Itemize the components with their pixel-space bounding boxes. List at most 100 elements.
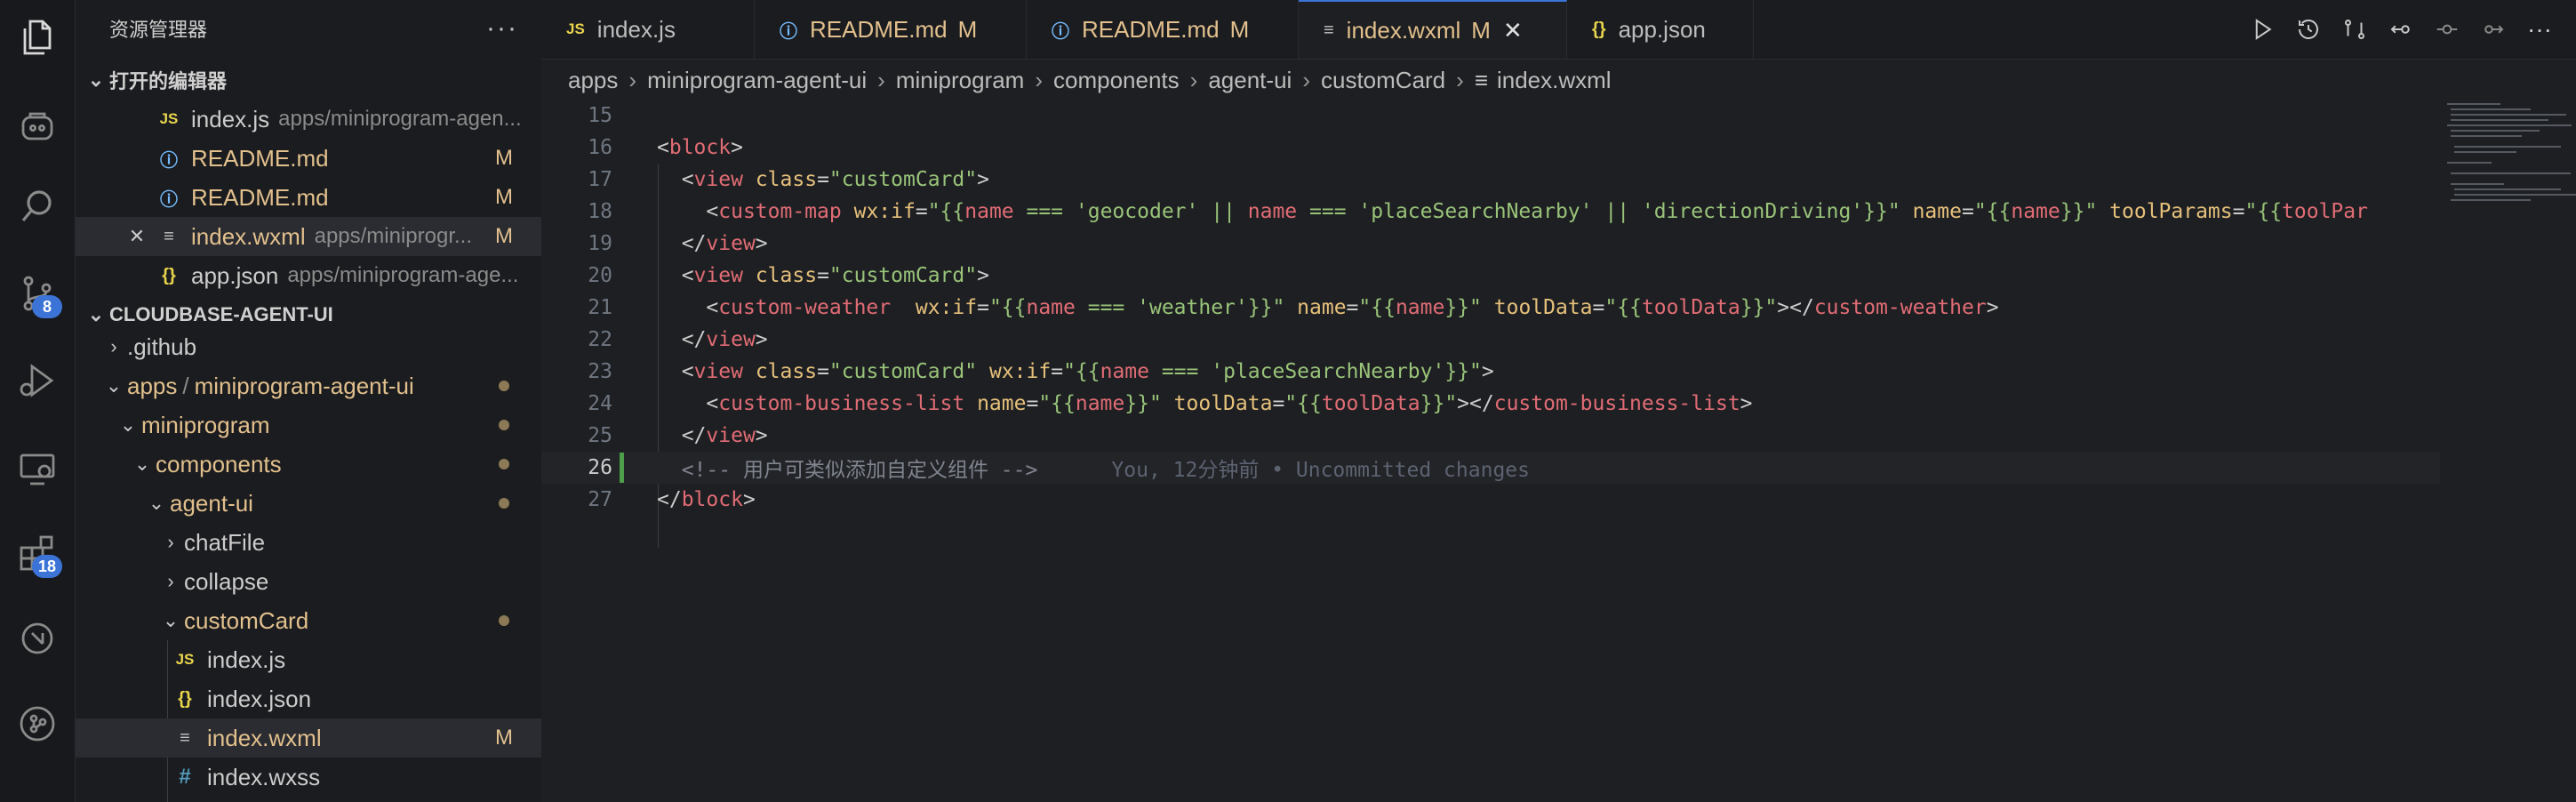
open-editor-item-active[interactable]: ✕ ≡ index.wxml apps/miniprogr... M bbox=[76, 217, 541, 256]
line-number: 18 bbox=[588, 200, 612, 223]
modified-mark: M bbox=[495, 185, 513, 209]
js-file-icon: JS bbox=[159, 110, 179, 127]
tab-readme-1[interactable]: ⓘ README.md M bbox=[755, 0, 1027, 59]
code-text: <custom-weather wx:if="{{name === 'weath… bbox=[706, 296, 1999, 319]
code-text: <view class="customCard" wx:if="{{name =… bbox=[681, 360, 1494, 383]
tree-folder-label: miniprogram bbox=[141, 411, 270, 438]
more-actions-icon[interactable]: ··· bbox=[2524, 14, 2555, 44]
open-editor-name: README.md bbox=[191, 183, 329, 211]
breadcrumb-item[interactable]: agent-ui bbox=[1208, 67, 1292, 94]
minimap-line bbox=[2451, 183, 2504, 185]
chevron-down-icon: ⌄ bbox=[87, 68, 105, 91]
tree-folder-github[interactable]: › .github bbox=[76, 327, 541, 366]
minimap-line bbox=[2454, 146, 2561, 148]
open-editor-path: apps/miniprogram-agen... bbox=[278, 107, 522, 131]
remote-explorer-icon[interactable] bbox=[12, 443, 62, 493]
code-line: 16 <block> bbox=[541, 132, 2440, 164]
line-number: 23 bbox=[588, 360, 612, 383]
tree-file-index-js[interactable]: JS index.js bbox=[76, 640, 541, 679]
tab-label: README.md bbox=[1082, 15, 1220, 43]
line-number: 16 bbox=[588, 136, 612, 159]
tree-folder-miniprogram[interactable]: ⌄ miniprogram bbox=[76, 405, 541, 445]
tree-file-label: index.wxml bbox=[207, 724, 322, 751]
minimap-line bbox=[2451, 114, 2566, 116]
tree-folder-apps[interactable]: ⌄ apps / miniprogram-agent-ui bbox=[76, 366, 541, 405]
breadcrumb-item[interactable]: components bbox=[1053, 67, 1180, 94]
tree-folder-chatfile[interactable]: › chatFile bbox=[76, 523, 541, 562]
tree-folder-label: apps bbox=[127, 372, 178, 399]
code-line: 18 <custom-map wx:if="{{name === 'geocod… bbox=[541, 196, 2440, 228]
git-blame-annotation: You, 12分钟前 • Uncommitted changes bbox=[1111, 459, 1530, 482]
line-number: 21 bbox=[588, 296, 612, 319]
search-icon[interactable] bbox=[12, 181, 62, 231]
minimap-line bbox=[2451, 199, 2531, 201]
copilot-icon[interactable] bbox=[12, 101, 62, 151]
tab-label: index.js bbox=[596, 15, 676, 43]
tab-index-wxml[interactable]: ≡ index.wxml M ✕ bbox=[1299, 0, 1567, 59]
go-forward-icon[interactable] bbox=[2478, 14, 2508, 44]
modified-dot bbox=[499, 498, 509, 509]
code-editor[interactable]: 15 16 <block> 17 <view class="customCard… bbox=[541, 100, 2440, 802]
tree-folder-customcard[interactable]: ⌄ customCard bbox=[76, 601, 541, 640]
breadcrumb-item[interactable]: customCard bbox=[1321, 67, 1445, 94]
tree-folder-label: customCard bbox=[184, 606, 309, 634]
docker-icon[interactable] bbox=[12, 614, 62, 663]
source-control-icon[interactable]: 8 bbox=[12, 269, 62, 318]
run-debug-icon[interactable] bbox=[12, 356, 62, 405]
breadcrumb-item[interactable]: apps bbox=[568, 67, 618, 94]
json-file-icon: {} bbox=[1592, 19, 1606, 39]
minimap-line bbox=[2451, 135, 2522, 137]
line-number: 25 bbox=[588, 424, 612, 447]
more-actions-icon[interactable]: ··· bbox=[486, 13, 518, 44]
line-number: 24 bbox=[588, 392, 612, 415]
tree-folder-collapse[interactable]: › collapse bbox=[76, 562, 541, 601]
chevron-right-icon: › bbox=[877, 66, 885, 93]
code-text: <block> bbox=[657, 136, 743, 159]
chevron-right-icon: › bbox=[1302, 66, 1310, 93]
close-icon[interactable]: ✕ bbox=[118, 225, 156, 248]
git-graph-icon[interactable] bbox=[12, 699, 62, 749]
tree-folder-components[interactable]: ⌄ components bbox=[76, 445, 541, 484]
code-line: 22 </view> bbox=[541, 324, 2440, 356]
tab-index-js[interactable]: JS index.js bbox=[541, 0, 755, 59]
line-number: 26 bbox=[588, 456, 612, 479]
tree-file-index-json[interactable]: {} index.json bbox=[76, 679, 541, 718]
compare-changes-icon[interactable] bbox=[2340, 14, 2370, 44]
close-icon[interactable]: ✕ bbox=[1503, 17, 1523, 44]
source-control-badge: 8 bbox=[32, 295, 62, 318]
tree-folder-agent-ui[interactable]: ⌄ agent-ui bbox=[76, 484, 541, 523]
open-editor-item[interactable]: ⓘ README.md M bbox=[76, 139, 541, 178]
line-number: 20 bbox=[588, 264, 612, 287]
js-file-icon: JS bbox=[175, 651, 195, 668]
json-file-icon: {} bbox=[178, 688, 192, 709]
minimap[interactable] bbox=[2440, 100, 2576, 802]
run-icon[interactable] bbox=[2247, 14, 2277, 44]
explorer-icon[interactable] bbox=[12, 12, 62, 62]
timeline-icon[interactable] bbox=[2293, 14, 2324, 44]
open-editor-name: index.wxml bbox=[191, 222, 306, 250]
modified-mark: M bbox=[495, 224, 513, 248]
open-editor-item[interactable]: JS index.js apps/miniprogram-agen... bbox=[76, 100, 541, 139]
explorer-sidebar: 资源管理器 ··· ⌄ 打开的编辑器 JS index.js apps/mini… bbox=[76, 0, 541, 802]
js-file-icon: JS bbox=[566, 20, 585, 37]
commit-icon[interactable] bbox=[2432, 14, 2462, 44]
go-back-icon[interactable] bbox=[2386, 14, 2416, 44]
breadcrumb-item[interactable]: index.wxml bbox=[1497, 67, 1612, 94]
modified-mark: M bbox=[495, 146, 513, 170]
breadcrumb: apps › miniprogram-agent-ui › miniprogram ›… bbox=[541, 60, 2576, 100]
tree-file-index-wxss[interactable]: # index.wxss bbox=[76, 758, 541, 797]
open-editors-section[interactable]: ⌄ 打开的编辑器 bbox=[76, 60, 541, 100]
extensions-icon[interactable]: 18 bbox=[12, 528, 62, 578]
chevron-right-icon: › bbox=[110, 335, 117, 357]
tree-file-index-wxml[interactable]: ≡ index.wxml M bbox=[76, 718, 541, 758]
editor-tab-bar: JS index.js ⓘ README.md M ⓘ README.md M … bbox=[541, 0, 2576, 60]
chevron-right-icon: › bbox=[167, 531, 174, 553]
minimap-line bbox=[2447, 124, 2572, 126]
tab-app-json[interactable]: {} app.json bbox=[1567, 0, 1754, 59]
breadcrumb-item[interactable]: miniprogram bbox=[896, 67, 1025, 94]
open-editor-item[interactable]: ⓘ README.md M bbox=[76, 178, 541, 217]
tree-folder-label: chatFile bbox=[184, 528, 266, 556]
breadcrumb-item[interactable]: miniprogram-agent-ui bbox=[647, 67, 867, 94]
tab-readme-2[interactable]: ⓘ README.md M bbox=[1027, 0, 1299, 59]
open-editor-item[interactable]: {} app.json apps/miniprogram-age... bbox=[76, 256, 541, 295]
